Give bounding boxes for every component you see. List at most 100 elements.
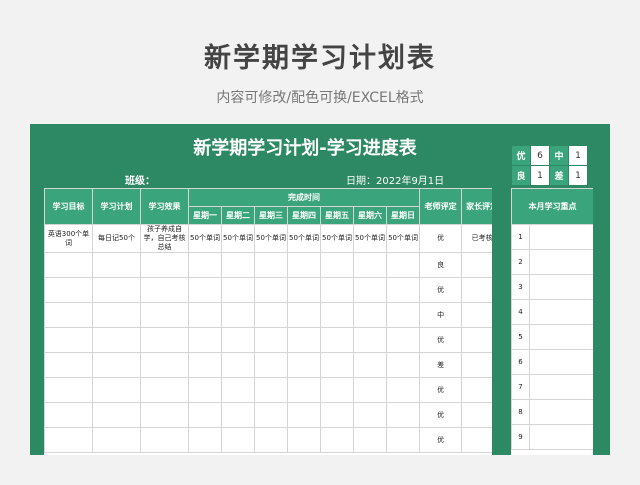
goal-cell[interactable] bbox=[44, 377, 93, 403]
day-cell[interactable]: 50个单词 bbox=[287, 224, 321, 253]
day-cell[interactable] bbox=[287, 327, 321, 353]
goal-cell[interactable]: 英语300个单词 bbox=[44, 224, 93, 253]
effect-cell[interactable]: 孩子养成自学，自己考核总结 bbox=[140, 224, 189, 253]
day-cell[interactable] bbox=[254, 427, 288, 453]
goal-cell[interactable] bbox=[44, 352, 93, 378]
parent-rating-cell[interactable] bbox=[461, 302, 492, 328]
day-cell[interactable]: 50个单词 bbox=[353, 224, 387, 253]
effect-cell[interactable] bbox=[140, 252, 189, 278]
day-cell[interactable] bbox=[385, 352, 421, 378]
day-cell[interactable] bbox=[254, 252, 288, 278]
effect-cell[interactable] bbox=[140, 302, 189, 328]
teacher-rating-cell[interactable]: 良 bbox=[419, 252, 463, 278]
day-cell[interactable] bbox=[188, 327, 222, 353]
parent-rating-cell[interactable] bbox=[461, 327, 492, 353]
day-cell[interactable]: 50个单词 bbox=[385, 224, 421, 253]
day-cell[interactable] bbox=[385, 302, 421, 328]
day-cell[interactable] bbox=[353, 427, 387, 453]
day-cell[interactable] bbox=[188, 427, 222, 453]
day-cell[interactable] bbox=[287, 427, 321, 453]
plan-cell[interactable] bbox=[92, 377, 141, 403]
focus-cell[interactable] bbox=[529, 399, 593, 425]
plan-cell[interactable] bbox=[92, 302, 141, 328]
day-cell[interactable] bbox=[287, 302, 321, 328]
day-cell[interactable] bbox=[188, 402, 222, 428]
day-cell[interactable] bbox=[287, 402, 321, 428]
day-cell[interactable] bbox=[353, 302, 387, 328]
day-cell[interactable] bbox=[188, 352, 222, 378]
day-cell[interactable] bbox=[353, 377, 387, 403]
focus-cell[interactable] bbox=[529, 274, 593, 300]
day-cell[interactable] bbox=[287, 377, 321, 403]
goal-cell[interactable] bbox=[44, 277, 93, 303]
focus-cell[interactable] bbox=[529, 299, 593, 325]
goal-cell[interactable] bbox=[44, 402, 93, 428]
day-cell[interactable] bbox=[221, 327, 255, 353]
goal-cell[interactable] bbox=[44, 427, 93, 453]
parent-rating-cell[interactable] bbox=[461, 427, 492, 453]
parent-rating-cell[interactable] bbox=[461, 377, 492, 403]
day-cell[interactable]: 50个单词 bbox=[188, 224, 222, 253]
grade-count[interactable]: 6 bbox=[530, 145, 550, 166]
day-cell[interactable] bbox=[188, 377, 222, 403]
day-cell[interactable] bbox=[188, 252, 222, 278]
day-cell[interactable] bbox=[385, 277, 421, 303]
day-cell[interactable] bbox=[287, 352, 321, 378]
day-cell[interactable] bbox=[287, 252, 321, 278]
teacher-rating-cell[interactable]: 优 bbox=[419, 277, 463, 303]
day-cell[interactable] bbox=[254, 352, 288, 378]
goal-cell[interactable] bbox=[44, 302, 93, 328]
plan-cell[interactable] bbox=[92, 352, 141, 378]
grade-count[interactable]: 1 bbox=[530, 165, 550, 186]
plan-cell[interactable] bbox=[92, 277, 141, 303]
teacher-rating-cell[interactable]: 优 bbox=[419, 224, 463, 253]
effect-cell[interactable] bbox=[140, 427, 189, 453]
day-cell[interactable] bbox=[353, 402, 387, 428]
goal-cell[interactable] bbox=[44, 327, 93, 353]
day-cell[interactable] bbox=[221, 427, 255, 453]
effect-cell[interactable] bbox=[140, 402, 189, 428]
day-cell[interactable] bbox=[254, 302, 288, 328]
effect-cell[interactable] bbox=[140, 327, 189, 353]
day-cell[interactable] bbox=[254, 277, 288, 303]
day-cell[interactable] bbox=[320, 327, 354, 353]
parent-rating-cell[interactable]: 已考核 bbox=[461, 224, 492, 253]
day-cell[interactable] bbox=[353, 252, 387, 278]
parent-rating-cell[interactable] bbox=[461, 352, 492, 378]
day-cell[interactable] bbox=[385, 252, 421, 278]
focus-cell[interactable] bbox=[529, 324, 593, 350]
parent-rating-cell[interactable] bbox=[461, 252, 492, 278]
plan-cell[interactable] bbox=[92, 252, 141, 278]
teacher-rating-cell[interactable]: 优 bbox=[419, 427, 463, 453]
day-cell[interactable] bbox=[254, 402, 288, 428]
day-cell[interactable] bbox=[221, 402, 255, 428]
focus-cell[interactable] bbox=[529, 224, 593, 250]
day-cell[interactable] bbox=[353, 277, 387, 303]
day-cell[interactable] bbox=[320, 402, 354, 428]
day-cell[interactable] bbox=[254, 377, 288, 403]
day-cell[interactable]: 50个单词 bbox=[254, 224, 288, 253]
day-cell[interactable] bbox=[353, 327, 387, 353]
day-cell[interactable] bbox=[287, 277, 321, 303]
focus-cell[interactable] bbox=[529, 249, 593, 275]
day-cell[interactable] bbox=[221, 302, 255, 328]
plan-cell[interactable] bbox=[92, 327, 141, 353]
day-cell[interactable] bbox=[320, 277, 354, 303]
grade-count[interactable]: 1 bbox=[568, 165, 588, 186]
day-cell[interactable] bbox=[320, 427, 354, 453]
teacher-rating-cell[interactable]: 优 bbox=[419, 402, 463, 428]
plan-cell[interactable]: 每日记50个 bbox=[92, 224, 141, 253]
day-cell[interactable] bbox=[221, 252, 255, 278]
day-cell[interactable] bbox=[385, 402, 421, 428]
teacher-rating-cell[interactable]: 优 bbox=[419, 377, 463, 403]
day-cell[interactable] bbox=[320, 252, 354, 278]
effect-cell[interactable] bbox=[140, 377, 189, 403]
day-cell[interactable] bbox=[254, 327, 288, 353]
day-cell[interactable] bbox=[320, 352, 354, 378]
teacher-rating-cell[interactable]: 中 bbox=[419, 302, 463, 328]
teacher-rating-cell[interactable]: 差 bbox=[419, 352, 463, 378]
plan-cell[interactable] bbox=[92, 402, 141, 428]
day-cell[interactable] bbox=[188, 277, 222, 303]
teacher-rating-cell[interactable]: 优 bbox=[419, 327, 463, 353]
day-cell[interactable] bbox=[385, 427, 421, 453]
